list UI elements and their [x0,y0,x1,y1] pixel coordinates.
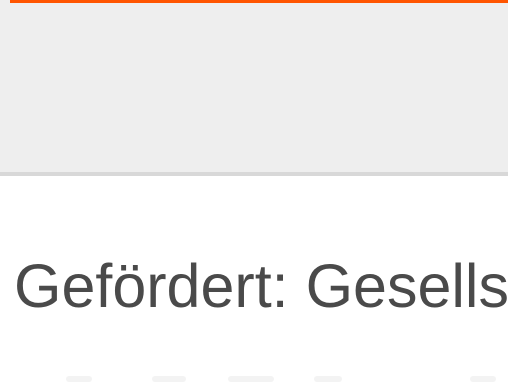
faint-element [152,376,186,382]
faint-element [228,376,274,382]
faint-element [314,376,342,382]
page-headline: Gefördert: Gesells [14,252,508,320]
header-band [0,0,508,172]
partially-visible-content-strip [60,374,500,382]
faint-element [470,376,496,382]
header-divider [0,172,508,176]
accent-bar [10,0,508,3]
faint-element [66,376,92,382]
